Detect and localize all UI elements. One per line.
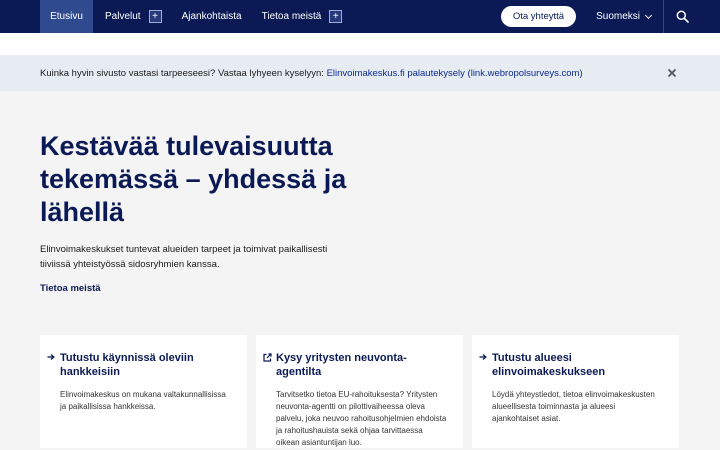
hero-description: Elinvoimakeskukset tuntevat alueiden tar… [40,244,328,270]
nav-item-label: Etusivu [50,11,83,22]
close-icon[interactable] [666,67,678,79]
search-icon [676,10,689,23]
banner-message: Kuinka hyvin sivusto vastasi tarpeeseesi… [40,67,327,79]
top-navigation: Etusivu Palvelut + Ajankohtaista Tietoa … [0,0,720,33]
language-label: Suomeksi [596,11,640,22]
expand-plus-icon[interactable]: + [148,10,162,23]
card-projects[interactable]: Tutustu käynnissä oleviin hankkeisiin El… [40,335,247,448]
header-spacer [0,33,720,55]
card-regional-centre[interactable]: Tutustu alueesi elinvoimakeskukseen Löyd… [472,335,679,448]
arrow-right-icon [47,354,55,360]
expand-plus-icon[interactable]: + [329,10,343,23]
feedback-banner: Kuinka hyvin sivusto vastasi tarpeeseesi… [0,55,720,91]
card-title-text: Tutustu alueesi elinvoimakeskukseen [492,352,606,378]
nav-item-ajankohtaista[interactable]: Ajankohtaista [174,0,254,33]
feedback-survey-link[interactable]: Elinvoimakeskus.fi palautekysely (link.w… [327,68,583,79]
about-us-link[interactable]: Tietoa meistä [40,283,101,294]
card-title: Kysy yritysten neuvonta-agentilta [263,351,447,379]
card-title: Tutustu käynnissä oleviin hankkeisiin [47,351,231,379]
language-selector[interactable]: Suomeksi [586,0,663,33]
chevron-down-icon [644,11,653,19]
contact-button[interactable]: Ota yhteyttä [500,6,577,27]
external-link-icon [263,353,272,362]
card-text: Tarvitsetko tietoa EU-rahoituksesta? Yri… [276,390,447,447]
nav-item-label: Ajankohtaista [181,11,242,22]
nav-item-palvelut[interactable]: Palvelut + [93,0,174,33]
nav-item-label: Palvelut [105,11,141,22]
card-text: Löydä yhteystiedot, tietoa elinvoimakesk… [492,390,655,423]
card-text: Elinvoimakeskus on mukana valtakunnallis… [60,390,226,411]
page-title: Kestävää tulevaisuutta tekemässä – yhdes… [40,131,347,227]
card-title-text: Tutustu käynnissä oleviin hankkeisiin [60,352,194,378]
search-button[interactable] [664,0,700,33]
nav-item-tietoa-meista[interactable]: Tietoa meistä + [254,0,355,33]
card-title-text: Kysy yritysten neuvonta-agentilta [276,352,407,378]
card-title: Tutustu alueesi elinvoimakeskukseen [479,351,663,379]
arrow-right-icon [479,354,487,360]
banner-text: Kuinka hyvin sivusto vastasi tarpeeseesi… [40,68,583,79]
card-advisory-agent[interactable]: Kysy yritysten neuvonta-agentilta Tarvit… [256,335,463,448]
nav-item-label: Tietoa meistä [261,11,322,22]
nav-item-etusivu[interactable]: Etusivu [40,0,93,33]
